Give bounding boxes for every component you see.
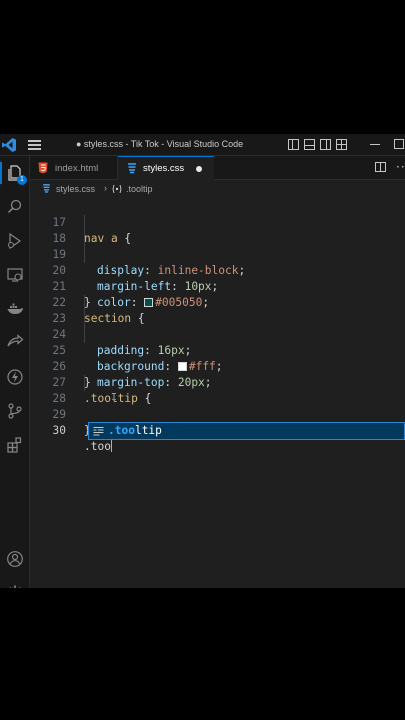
window-title: ● styles.css - Tik Tok - Visual Studio C… — [76, 139, 244, 149]
code-line[interactable]: 23 padding: 16px; — [30, 295, 405, 357]
thunder-client-icon[interactable] — [4, 366, 26, 388]
code-line[interactable]: 25 margin-top: 20px; — [30, 327, 405, 389]
breadcrumb-symbol[interactable]: .tooltip — [112, 184, 153, 194]
symbol-keyword-icon — [93, 427, 104, 436]
suggestion-label: .tooltip — [108, 424, 162, 437]
code-line[interactable]: 28 position: relative; — [30, 375, 405, 437]
code-line[interactable]: 26 } — [30, 343, 405, 389]
editor-actions: ··· — [375, 161, 405, 173]
vscode-logo-icon[interactable] — [1, 137, 17, 153]
explorer-icon[interactable]: 1 — [0, 162, 27, 185]
text-cursor — [110, 439, 112, 452]
layout-controls — [288, 139, 347, 151]
symbol-class-icon — [112, 184, 122, 194]
toggle-primary-sidebar-icon[interactable] — [288, 139, 299, 150]
tab-label: index.html — [55, 162, 99, 174]
breadcrumb-symbol-label: .tooltip — [126, 184, 153, 194]
tab-label: styles.css — [143, 163, 185, 174]
code-line[interactable]: 18 display: inline-block; — [30, 215, 405, 277]
html-file-icon — [38, 162, 48, 174]
chevron-right-icon: › — [104, 183, 107, 193]
tab-styles-css[interactable]: styles.css — [118, 156, 214, 180]
code-line[interactable]: 27 .tooltip { — [30, 359, 405, 405]
css-file-icon — [128, 162, 136, 173]
activity-bar: 1 — [0, 156, 30, 588]
breadcrumb-file-label: styles.css — [56, 184, 96, 194]
code-line[interactable]: 17 nav a { — [30, 199, 405, 245]
code-line[interactable]: 29 } — [30, 391, 405, 437]
code-line[interactable]: 20 color: #005050; — [30, 247, 405, 309]
line-number: 30 — [52, 424, 66, 437]
minimize-icon[interactable] — [370, 144, 380, 145]
toggle-secondary-sidebar-icon[interactable] — [320, 139, 331, 150]
search-icon[interactable] — [4, 196, 26, 218]
manage-gear-icon[interactable] — [4, 582, 26, 588]
editor-tabs: index.html styles.css ··· — [30, 156, 405, 180]
customize-layout-icon[interactable] — [336, 139, 347, 150]
remote-explorer-icon[interactable] — [4, 264, 26, 286]
code-line[interactable]: 22 section { — [30, 279, 405, 325]
code-line[interactable]: 24 background: #fff; — [30, 311, 405, 373]
split-editor-icon[interactable] — [375, 162, 386, 172]
css-file-icon — [43, 184, 50, 193]
more-actions-icon[interactable]: ··· — [396, 161, 405, 173]
menu-icon[interactable] — [28, 140, 41, 150]
extensions-icon[interactable] — [4, 434, 26, 456]
code-editor[interactable]: 17 nav a { 18 display: inline-block; 19 … — [30, 198, 405, 588]
code-line-current[interactable]: 30 .too — [30, 407, 405, 453]
live-share-icon[interactable] — [4, 332, 26, 354]
unsaved-dot-icon[interactable] — [196, 166, 202, 172]
vscode-window: ● styles.css - Tik Tok - Visual Studio C… — [0, 134, 405, 588]
accounts-icon[interactable] — [4, 548, 26, 570]
explorer-badge: 1 — [17, 175, 27, 185]
mouse-ibeam-icon: I — [111, 392, 118, 403]
toggle-panel-icon[interactable] — [304, 139, 315, 150]
code-line[interactable]: 21 } — [30, 263, 405, 309]
autocomplete-suggestion[interactable]: .tooltip — [88, 422, 405, 440]
code-line[interactable]: 19 margin-left: 10px; — [30, 231, 405, 293]
source-control-icon[interactable] — [4, 400, 26, 422]
maximize-icon[interactable] — [394, 139, 404, 149]
breadcrumb: styles.css › .tooltip — [30, 180, 405, 198]
tab-index-html[interactable]: index.html — [30, 156, 118, 180]
breadcrumb-file[interactable]: styles.css — [42, 184, 95, 194]
run-debug-icon[interactable] — [4, 230, 26, 252]
docker-icon[interactable] — [4, 298, 26, 320]
title-bar: ● styles.css - Tik Tok - Visual Studio C… — [0, 134, 405, 156]
